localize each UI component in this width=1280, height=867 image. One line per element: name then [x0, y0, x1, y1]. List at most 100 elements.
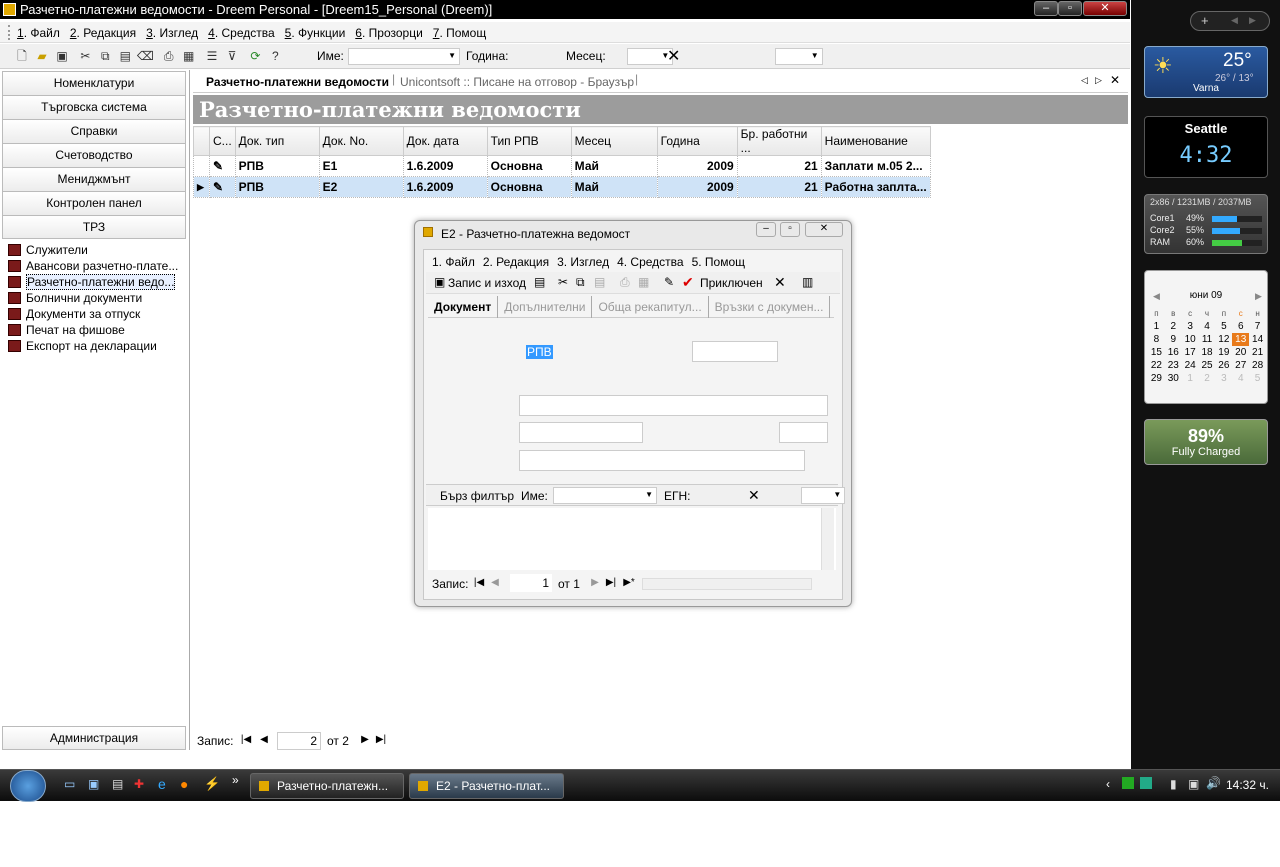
- delete-icon[interactable]: ✕: [774, 274, 786, 291]
- calendar-day[interactable]: 17: [1182, 346, 1199, 359]
- column-header-0[interactable]: С...: [209, 126, 236, 156]
- edit-document-icon[interactable]: ✎: [209, 176, 236, 198]
- column-header-5[interactable]: Месец: [570, 126, 658, 156]
- filter-icon[interactable]: ⊽: [223, 47, 241, 65]
- calendar-day[interactable]: 19: [1215, 346, 1232, 359]
- menu-item-0[interactable]: 1. Файл: [12, 23, 65, 43]
- minimize-button[interactable]: –: [1034, 1, 1058, 16]
- edit-document-icon[interactable]: ✎: [209, 155, 236, 177]
- tab-scroll-right-icon[interactable]: ▷: [1095, 75, 1102, 86]
- doc-type-value[interactable]: РПВ: [526, 345, 553, 359]
- last-record-icon[interactable]: ▶|: [374, 734, 388, 745]
- quicklaunch-more-icon[interactable]: »: [232, 773, 239, 787]
- prev-record-icon[interactable]: ◀: [257, 734, 271, 745]
- dialog-horizontal-scrollbar[interactable]: [642, 578, 812, 590]
- calculator-icon[interactable]: ▤: [112, 777, 123, 791]
- dialog-menu-item-0[interactable]: 1. Файл: [428, 253, 479, 271]
- maximize-button[interactable]: ▫: [1058, 1, 1082, 16]
- refresh-icon[interactable]: ⟳: [246, 47, 264, 65]
- column-header-2[interactable]: Док. No.: [318, 126, 404, 156]
- quicklaunch-app-icon[interactable]: ⚡: [204, 776, 220, 792]
- dialog-close-button[interactable]: ✕: [805, 222, 843, 237]
- dialog-tab-3[interactable]: Връзки с докумен...: [709, 296, 831, 318]
- dialog-menu-item-4[interactable]: 5. Помощ: [688, 253, 749, 271]
- name-filter-combo[interactable]: ▼: [348, 48, 460, 65]
- doc-note-field[interactable]: [519, 450, 805, 471]
- save-icon[interactable]: ▣: [53, 47, 71, 65]
- paste-icon[interactable]: ▤: [116, 47, 134, 65]
- preview-icon[interactable]: ▦: [180, 47, 198, 65]
- tree-item-4[interactable]: Документи за отпуск: [0, 306, 188, 322]
- dialog-maximize-button[interactable]: ▫: [780, 222, 800, 237]
- nav-button-2[interactable]: Справки: [2, 119, 186, 143]
- menu-item-3[interactable]: 4. Средства: [203, 23, 280, 43]
- calendar-day[interactable]: 4: [1232, 372, 1249, 385]
- copy-icon[interactable]: ⧉: [576, 275, 585, 290]
- calendar-day[interactable]: 27: [1232, 359, 1249, 372]
- close-document-button[interactable]: Приключен: [700, 276, 763, 290]
- eraser-icon[interactable]: ⌫: [136, 47, 154, 65]
- tray-expand-icon[interactable]: ‹: [1106, 777, 1110, 791]
- month-filter-combo[interactable]: ▼: [774, 48, 823, 65]
- nav-button-3[interactable]: Счетоводство: [2, 143, 186, 167]
- add-gadget-icon[interactable]: +: [1201, 13, 1209, 28]
- first-record-icon[interactable]: |◀: [239, 734, 253, 745]
- calendar-day[interactable]: 1: [1182, 372, 1199, 385]
- calendar-day[interactable]: 14: [1249, 333, 1266, 346]
- tray-volume-icon[interactable]: 🔊: [1206, 776, 1221, 790]
- nav-button-6[interactable]: ТРЗ: [2, 215, 186, 239]
- grid-icon[interactable]: ☰: [203, 47, 221, 65]
- cut-icon[interactable]: ✂: [76, 47, 94, 65]
- cpu-meter-gadget[interactable]: 2x86 / 1231MB / 2037MB Core1 49% Core2 55% R…: [1144, 194, 1268, 254]
- calendar-day[interactable]: 10: [1182, 333, 1199, 346]
- close-button[interactable]: ✕: [1083, 1, 1127, 16]
- columns-icon[interactable]: ▥: [802, 275, 813, 289]
- menu-item-5[interactable]: 6. Прозорци: [350, 23, 427, 43]
- nav-button-0[interactable]: Номенклатури: [2, 71, 186, 95]
- battery-gadget[interactable]: 89% Fully Charged: [1144, 419, 1268, 465]
- calendar-day[interactable]: 28: [1249, 359, 1266, 372]
- calendar-day[interactable]: 2: [1199, 372, 1216, 385]
- calendar-day[interactable]: 6: [1232, 320, 1249, 333]
- tray-app1-icon[interactable]: [1122, 777, 1134, 789]
- dialog-vertical-scrollbar[interactable]: [821, 508, 834, 570]
- tab-payroll-sheets[interactable]: Разчетно-платежни ведомости: [206, 75, 389, 89]
- menu-item-6[interactable]: 7. Помощ: [428, 23, 491, 43]
- filter-egn-combo[interactable]: ▼: [801, 487, 846, 504]
- column-header-6[interactable]: Година: [656, 126, 738, 156]
- tree-item-0[interactable]: Служители: [0, 242, 188, 258]
- calendar-day[interactable]: 8: [1148, 333, 1165, 346]
- tray-network-icon[interactable]: ▣: [1188, 777, 1199, 791]
- tree-item-6[interactable]: Експорт на декларации: [0, 338, 188, 354]
- dialog-prev-record-icon[interactable]: ◀: [488, 577, 502, 588]
- app-icon[interactable]: [3, 3, 16, 16]
- language-flag-icon[interactable]: ✚: [134, 777, 144, 791]
- calendar-day[interactable]: 13: [1232, 333, 1250, 346]
- tree-item-1[interactable]: Авансови разчетно-плате...: [0, 258, 188, 274]
- tab-browser[interactable]: Unicontsoft :: Писане на отговор - Брауз…: [400, 75, 634, 89]
- calendar-gadget[interactable]: ◀ юни 09 ▶ п в с ч п с н 1 2 3 4 5 6 7 8 9 10 11 12 13 14 15 1…: [1144, 270, 1268, 404]
- column-header-7[interactable]: Бр. работни ...: [736, 126, 822, 156]
- taskbar-button-main[interactable]: Разчетно-платежн...: [250, 773, 404, 799]
- calendar-day[interactable]: 9: [1165, 333, 1182, 346]
- clear-filter-icon[interactable]: ✕: [748, 487, 760, 504]
- calendar-day[interactable]: 5: [1215, 320, 1232, 333]
- taskbar-button-dialog[interactable]: E2 - Разчетно-плат...: [409, 773, 564, 799]
- tray-app2-icon[interactable]: [1140, 777, 1152, 789]
- doc-month-field[interactable]: [779, 422, 828, 443]
- help-icon[interactable]: ?: [266, 47, 284, 65]
- column-header-3[interactable]: Док. дата: [402, 126, 488, 156]
- copy-icon[interactable]: ⧉: [96, 47, 114, 65]
- column-header-4[interactable]: Тип РПВ: [486, 126, 572, 156]
- show-desktop-icon[interactable]: ▭: [64, 777, 75, 791]
- calendar-day[interactable]: 15: [1148, 346, 1165, 359]
- calendar-day[interactable]: 16: [1165, 346, 1182, 359]
- internet-explorer-icon[interactable]: e: [158, 776, 166, 792]
- calendar-day[interactable]: 18: [1199, 346, 1216, 359]
- calendar-day[interactable]: 21: [1249, 346, 1266, 359]
- dialog-first-record-icon[interactable]: |◀: [472, 577, 486, 588]
- nav-button-1[interactable]: Търговска система: [2, 95, 186, 119]
- preview-icon[interactable]: ▦: [638, 275, 649, 289]
- dialog-menu-item-3[interactable]: 4. Средства: [613, 253, 688, 271]
- doc-number-field[interactable]: [692, 341, 778, 362]
